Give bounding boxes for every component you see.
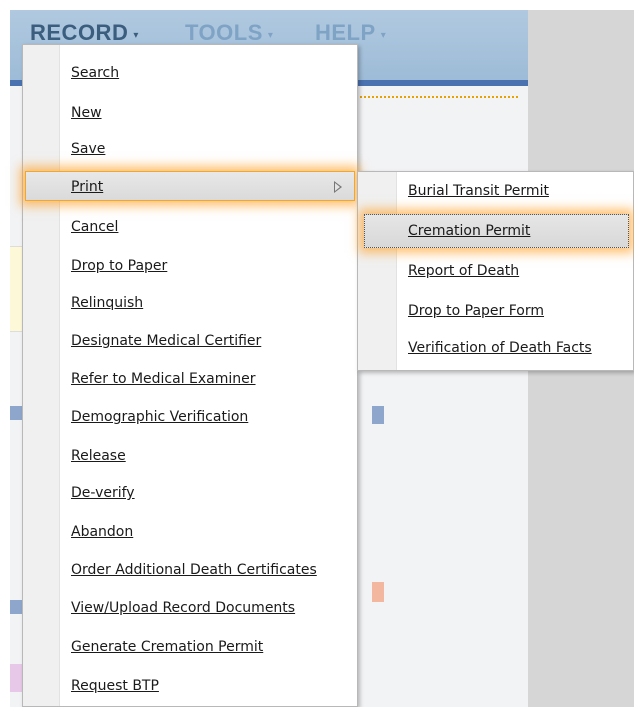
menu-item-abandon[interactable]: Abandon xyxy=(71,521,133,543)
background-panel-header-right xyxy=(372,406,384,424)
menu-tools-label: TOOLS xyxy=(185,20,263,45)
menu-item-print[interactable]: Print xyxy=(71,176,103,198)
chevron-down-icon: ▾ xyxy=(267,29,274,41)
menu-help[interactable]: HELP ▾ xyxy=(315,20,386,46)
menu-record-label: RECORD xyxy=(30,20,129,45)
triangle-right-icon xyxy=(334,181,342,193)
menu-item-save[interactable]: Save xyxy=(71,138,105,160)
chevron-down-icon: ▾ xyxy=(380,29,387,41)
menu-item-search[interactable]: Search xyxy=(71,62,119,84)
menu-item-de-verify[interactable]: De-verify xyxy=(71,482,135,504)
menu-item-relinquish[interactable]: Relinquish xyxy=(71,292,143,314)
menu-item-release[interactable]: Release xyxy=(71,445,126,467)
menu-item-generate-cremation-permit[interactable]: Generate Cremation Permit xyxy=(71,636,263,658)
submenu-item-verification-of-death-facts[interactable]: Verification of Death Facts xyxy=(408,337,592,359)
submenu-icon-gutter xyxy=(358,172,397,370)
menu-tools[interactable]: TOOLS ▾ xyxy=(185,20,273,46)
menu-item-new[interactable]: New xyxy=(71,102,102,124)
chevron-down-icon: ▾ xyxy=(133,29,139,41)
screen: RECORD ▾ TOOLS ▾ HELP ▾ Search New Save xyxy=(0,0,634,707)
background-accent xyxy=(372,582,384,602)
menu-icon-gutter xyxy=(23,45,60,706)
menu-item-demographic-verification[interactable]: Demographic Verification xyxy=(71,406,248,428)
menu-item-request-btp[interactable]: Request BTP xyxy=(71,675,159,697)
submenu-item-cremation-permit[interactable]: Cremation Permit xyxy=(408,220,530,242)
menu-record[interactable]: RECORD ▾ xyxy=(30,20,139,46)
menu-item-drop-to-paper[interactable]: Drop to Paper xyxy=(71,255,167,277)
print-submenu: Burial Transit Permit Cremation Permit R… xyxy=(357,171,634,371)
menu-item-designate-medical-certifier[interactable]: Designate Medical Certifier xyxy=(71,330,261,352)
record-dropdown-menu: Search New Save Print Cancel Drop to Pap… xyxy=(22,44,358,707)
dotted-divider xyxy=(360,96,518,98)
menu-item-view-upload-record-documents[interactable]: View/Upload Record Documents xyxy=(71,597,295,619)
submenu-item-burial-transit-permit[interactable]: Burial Transit Permit xyxy=(408,180,549,202)
menu-item-cancel[interactable]: Cancel xyxy=(71,216,118,238)
menu-help-label: HELP xyxy=(315,20,376,45)
submenu-item-report-of-death[interactable]: Report of Death xyxy=(408,260,519,282)
menu-item-refer-to-medical-examiner[interactable]: Refer to Medical Examiner xyxy=(71,368,256,390)
menu-item-order-additional-death-certificates[interactable]: Order Additional Death Certificates xyxy=(71,559,317,581)
submenu-item-drop-to-paper-form[interactable]: Drop to Paper Form xyxy=(408,300,544,322)
